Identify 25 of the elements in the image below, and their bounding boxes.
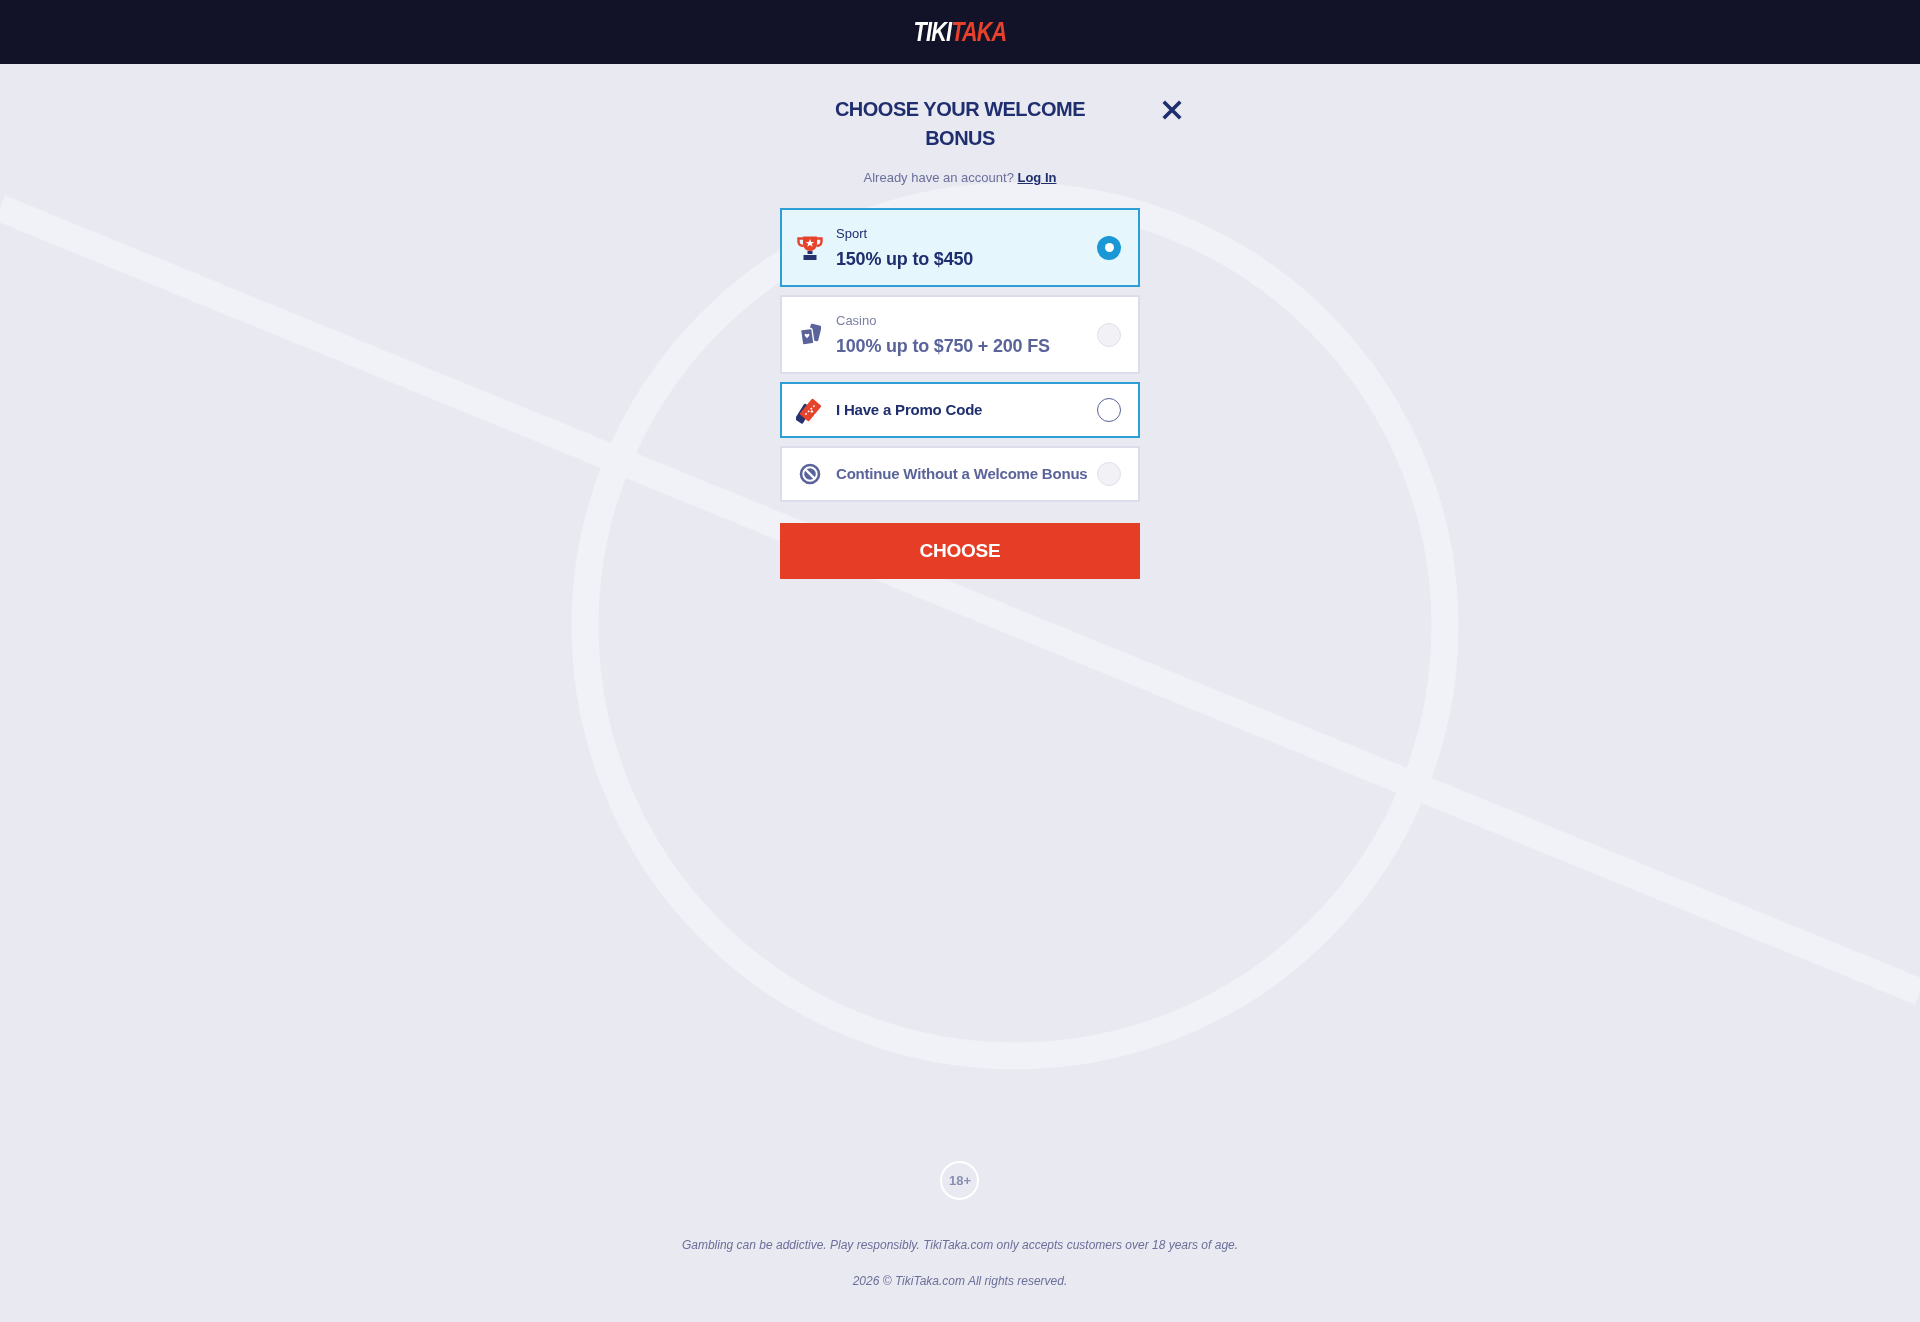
prohibited-icon (799, 463, 821, 485)
trophy-icon (796, 234, 824, 261)
option-label: I Have a Promo Code (836, 400, 983, 420)
bonus-offer: 100% up to $750 + 200 FS (836, 335, 1050, 357)
bonus-offer: 150% up to $450 (836, 248, 974, 270)
bonus-option[interactable]: Sport 150% up to $450 (780, 208, 1140, 287)
logo[interactable]: TIKITAKA (913, 18, 1007, 46)
bonus-option[interactable]: Continue Without a Welcome Bonus (780, 446, 1140, 502)
age-limit-badge: 18+ (940, 1161, 980, 1200)
playing-cards-icon (799, 322, 821, 347)
close-icon[interactable] (1162, 100, 1182, 120)
ticket-icon (796, 396, 824, 424)
copyright-text: 2026 © TikiTaka.com All rights reserved. (852, 1273, 1068, 1290)
login-prompt: Already have an account? Log In (863, 169, 1057, 187)
option-label: Continue Without a Welcome Bonus (836, 464, 1088, 484)
disclaimer-text: Gambling can be addictive. Play responsibly. TikiTaka.com only accepts customers over 18 years of age. (681, 1237, 1239, 1254)
bonus-option[interactable]: I Have a Promo Code (780, 382, 1140, 438)
bonus-option[interactable]: Casino 100% up to $750 + 200 FS (780, 295, 1140, 374)
dialog-title: CHOOSE YOUR WELCOME BONUS (833, 97, 1087, 151)
bonus-category: Casino (836, 312, 877, 329)
choose-button[interactable]: CHOOSE (780, 523, 1140, 579)
login-link[interactable]: Log In (1017, 170, 1057, 185)
radio-button[interactable] (1097, 398, 1121, 422)
radio-button[interactable] (1097, 235, 1121, 260)
bonus-category: Sport (836, 225, 868, 242)
